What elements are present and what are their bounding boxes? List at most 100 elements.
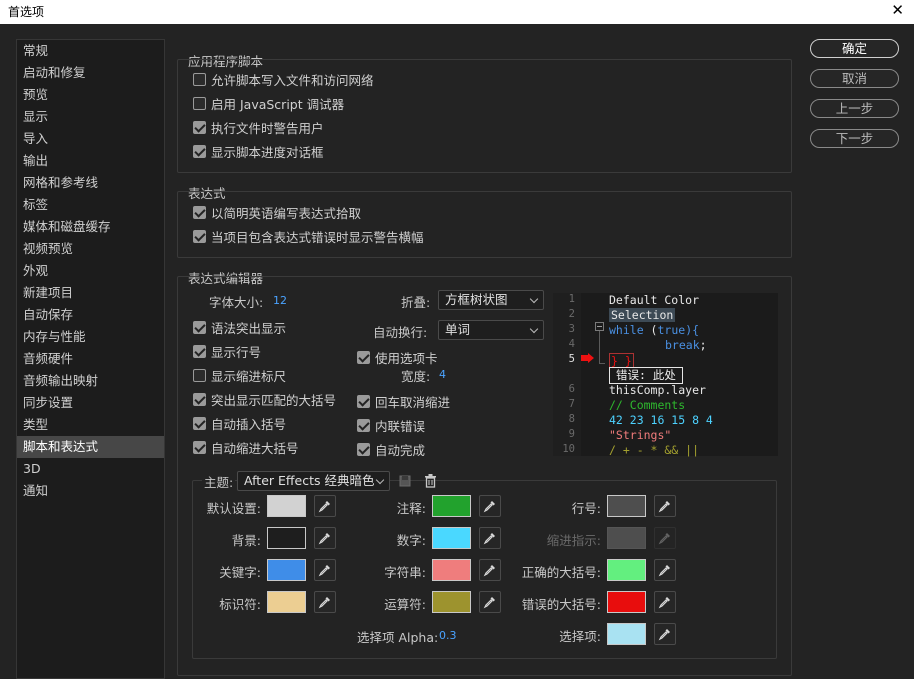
- line-number: 10: [562, 443, 575, 455]
- color-swatch-operator[interactable]: [432, 591, 471, 613]
- sidebar-item-5[interactable]: 输出: [17, 150, 164, 172]
- checkbox-box[interactable]: [357, 350, 370, 364]
- checkbox-app-script-3[interactable]: 显示脚本进度对话框: [193, 142, 324, 160]
- eyedropper-icon[interactable]: [654, 559, 676, 581]
- sidebar-item-18[interactable]: 脚本和表达式: [17, 436, 164, 458]
- color-swatch-comment[interactable]: [432, 495, 471, 517]
- checkbox-box[interactable]: [193, 440, 206, 454]
- sidebar-item-15[interactable]: 音频输出映射: [17, 370, 164, 392]
- checkbox-label: 内联错误: [375, 418, 426, 434]
- autowrap-dropdown[interactable]: 单词: [438, 320, 544, 340]
- eyedropper-icon[interactable]: [314, 495, 336, 517]
- color-swatch-string[interactable]: [432, 559, 471, 581]
- selection-alpha-value[interactable]: 0.3: [439, 629, 457, 642]
- checkbox-editor-left-0[interactable]: 语法突出显示: [193, 318, 286, 336]
- sidebar-item-12[interactable]: 自动保存: [17, 304, 164, 326]
- sidebar-item-20[interactable]: 通知: [17, 480, 164, 502]
- checkbox-label: 语法突出显示: [211, 320, 287, 336]
- checkbox-box[interactable]: [193, 392, 206, 406]
- next-button[interactable]: 下一步: [810, 129, 899, 148]
- checkbox-app-script-0[interactable]: 允许脚本写入文件和访问网络: [193, 70, 374, 88]
- eyedropper-icon[interactable]: [314, 591, 336, 613]
- cancel-button[interactable]: 取消: [810, 69, 899, 88]
- eyedropper-icon[interactable]: [654, 495, 676, 517]
- color-swatch-keyword[interactable]: [267, 559, 306, 581]
- sidebar-item-19[interactable]: 3D: [17, 458, 164, 480]
- sidebar-item-2[interactable]: 预览: [17, 84, 164, 106]
- sidebar-item-3[interactable]: 显示: [17, 106, 164, 128]
- checkbox-editor-left-1[interactable]: 显示行号: [193, 342, 261, 360]
- eyedropper-icon[interactable]: [314, 527, 336, 549]
- swatch-label-line-number: 行号:: [571, 501, 601, 516]
- checkbox-label: 回车取消缩进: [375, 394, 451, 410]
- checkbox-label: 当项目包含表达式错误时显示警告横幅: [211, 229, 424, 245]
- checkbox-expression-0[interactable]: 以简明英语编写表达式拾取: [193, 203, 361, 221]
- eyedropper-icon[interactable]: [479, 559, 501, 581]
- checkbox-box[interactable]: [193, 144, 206, 158]
- eyedropper-icon[interactable]: [479, 527, 501, 549]
- checkbox-app-script-2[interactable]: 执行文件时警告用户: [193, 118, 324, 136]
- checkbox-box[interactable]: [193, 96, 206, 110]
- tab-width-value[interactable]: 4: [439, 368, 446, 381]
- theme-dropdown[interactable]: After Effects 经典暗色: [237, 471, 390, 491]
- sidebar-item-10[interactable]: 外观: [17, 260, 164, 282]
- checkbox-box[interactable]: [193, 72, 206, 86]
- sidebar-item-6[interactable]: 网格和参考线: [17, 172, 164, 194]
- checkbox-box[interactable]: [193, 120, 206, 134]
- color-swatch-brace-ok[interactable]: [607, 559, 646, 581]
- eyedropper-icon[interactable]: [654, 623, 676, 645]
- line-number: 5: [568, 353, 575, 365]
- delete-theme-icon[interactable]: [424, 474, 437, 488]
- checkbox-box[interactable]: [357, 394, 370, 408]
- autowrap-label: 自动换行:: [373, 325, 428, 340]
- checkbox-editor-left-2[interactable]: 显示缩进标尺: [193, 366, 286, 384]
- color-swatch-brace-bad[interactable]: [607, 591, 646, 613]
- checkbox-box[interactable]: [357, 442, 370, 456]
- sidebar-item-4[interactable]: 导入: [17, 128, 164, 150]
- sidebar-item-11[interactable]: 新建项目: [17, 282, 164, 304]
- fold-dropdown[interactable]: 方框树状图: [438, 290, 544, 310]
- checkbox-box[interactable]: [193, 205, 206, 219]
- sidebar-item-13[interactable]: 内存与性能: [17, 326, 164, 348]
- previous-button[interactable]: 上一步: [810, 99, 899, 118]
- checkbox-box[interactable]: [193, 320, 206, 334]
- checkbox-app-script-1[interactable]: 启用 JavaScript 调试器: [193, 94, 344, 112]
- checkbox-editor-right-2[interactable]: 自动完成: [357, 440, 425, 458]
- font-size-value[interactable]: 12: [273, 294, 287, 307]
- sidebar-item-14[interactable]: 音频硬件: [17, 348, 164, 370]
- checkbox-editor-left-4[interactable]: 自动插入括号: [193, 414, 286, 432]
- eyedropper-icon[interactable]: [479, 591, 501, 613]
- error-arrow-icon: [581, 353, 594, 363]
- sidebar-item-1[interactable]: 启动和修复: [17, 62, 164, 84]
- checkbox-editor-right-0[interactable]: 回车取消缩进: [357, 392, 450, 410]
- checkbox-expression-1[interactable]: 当项目包含表达式错误时显示警告横幅: [193, 227, 424, 245]
- checkbox-box[interactable]: [193, 416, 206, 430]
- sidebar-item-16[interactable]: 同步设置: [17, 392, 164, 414]
- ok-button[interactable]: 确定: [810, 39, 899, 58]
- eyedropper-icon[interactable]: [654, 591, 676, 613]
- checkbox-editor-left-5[interactable]: 自动缩进大括号: [193, 438, 299, 456]
- eyedropper-icon[interactable]: [479, 495, 501, 517]
- save-theme-icon[interactable]: [399, 475, 411, 487]
- checkbox-use-tabs[interactable]: 使用选项卡: [357, 348, 438, 366]
- checkbox-box[interactable]: [193, 229, 206, 243]
- sidebar-item-17[interactable]: 类型: [17, 414, 164, 436]
- checkbox-editor-left-3[interactable]: 突出显示匹配的大括号: [193, 390, 336, 408]
- checkbox-editor-right-1[interactable]: 内联错误: [357, 416, 425, 434]
- eyedropper-icon[interactable]: [314, 559, 336, 581]
- color-swatch-identifier[interactable]: [267, 591, 306, 613]
- sidebar-item-9[interactable]: 视频预览: [17, 238, 164, 260]
- sidebar-item-0[interactable]: 常规: [17, 40, 164, 62]
- color-swatch-default[interactable]: [267, 495, 306, 517]
- color-swatch-background[interactable]: [267, 527, 306, 549]
- checkbox-box[interactable]: [193, 344, 206, 358]
- sidebar-item-7[interactable]: 标签: [17, 194, 164, 216]
- color-swatch-line-number[interactable]: [607, 495, 646, 517]
- checkbox-box[interactable]: [357, 418, 370, 432]
- sidebar-item-8[interactable]: 媒体和磁盘缓存: [17, 216, 164, 238]
- color-swatch-selection[interactable]: [607, 623, 646, 645]
- checkbox-box[interactable]: [193, 368, 206, 382]
- fold-toggle-icon[interactable]: [595, 322, 604, 331]
- color-swatch-number[interactable]: [432, 527, 471, 549]
- close-icon[interactable]: ✕: [891, 1, 904, 19]
